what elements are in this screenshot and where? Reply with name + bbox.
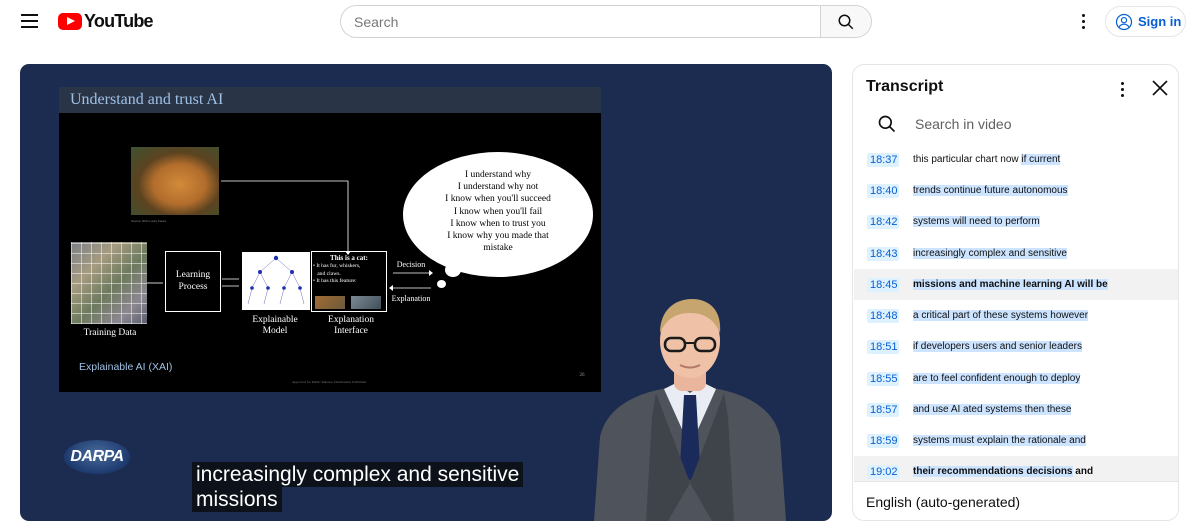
segment-timestamp[interactable]: 18:40 [867,183,899,198]
youtube-logo[interactable]: YouTube [58,10,154,31]
segment-text: if developers users and senior leaders [913,341,1082,352]
close-icon[interactable] [1151,79,1169,97]
thought-text: I understand why I understand why not I … [445,170,551,254]
caption-line-1: increasingly complex and sensitive [192,462,524,487]
transcript-segment[interactable]: 18:51 if developers users and senior lead… [854,331,1178,362]
transcript-segment[interactable]: 18:37 this particular chart now if curren… [854,144,1178,175]
darpa-logo: DARPA [64,440,130,474]
more-options-icon[interactable] [1074,11,1092,33]
sign-in-button[interactable]: Sign in [1105,6,1186,37]
transcript-search-placeholder: Search in video [915,116,1012,132]
segment-text: are to feel confident enough to deploy [913,373,1081,384]
caption-line-2: missions [192,487,282,512]
transcript-segment[interactable]: 18:55 are to feel confident enough to dep… [854,363,1178,394]
segment-text: their recommendations decisions and [913,466,1093,477]
segment-text-highlight: and use AI ated systems then these [913,404,1072,415]
explainable-model-label: Explainable Model [252,315,298,336]
segment-timestamp[interactable]: 18:42 [867,214,899,229]
cat-box-lines: • It has fur, whiskers, and claws. • It … [313,263,361,284]
segment-text-highlight: a critical part of these systems however [913,310,1089,321]
transcript-segment[interactable]: 18:45 missions and machine learning AI wi… [854,269,1178,300]
logo-text: YouTube [84,10,154,31]
transcript-segment[interactable]: 18:48 a critical part of these systems ho… [854,300,1178,331]
speaker-figure [594,299,786,521]
slide-footer-label: Explainable AI (XAI) [79,361,173,373]
language-label: English (auto-generated) [866,493,1021,510]
approval-text: Approved for Public Release, Distributio… [291,380,367,384]
feature-image-1 [315,296,345,309]
segment-timestamp[interactable]: 18:48 [867,308,899,323]
search-input[interactable]: Search [340,5,821,38]
video-player[interactable]: Understand and trust AI Source: RFG Luck… [20,64,832,521]
segment-text-highlight: increasingly complex and sensitive [913,248,1067,259]
language-selector[interactable]: English (auto-generated) [854,481,1178,520]
closed-caption: increasingly complex and sensitive missi… [192,462,524,512]
segment-text-highlight: missions and machine learning AI will be [913,279,1108,290]
search-placeholder: Search [354,13,399,30]
darpa-logo-text: DARPA [70,448,124,465]
segment-timestamp[interactable]: 19:02 [867,464,899,479]
segment-text-tail: and [1072,466,1094,477]
segment-text: and use AI ated systems then these [913,404,1072,415]
segment-timestamp[interactable]: 18:55 [867,371,899,386]
segment-text-highlight: if current [1021,154,1061,165]
youtube-play-icon [58,12,82,30]
explanation-interface-label: Explanation Interface [328,315,374,336]
segment-text: increasingly complex and sensitive [913,248,1067,259]
masthead: YouTube Search Sign in [0,0,1199,44]
segment-text: a critical part of these systems however [913,310,1089,321]
learning-process-label: Learning Process [175,270,211,292]
explanation-label: Explanation [391,294,431,303]
transcript-panel: Transcript Search in video 18:37 this par… [852,64,1179,521]
segment-text-highlight: systems will need to perform [913,216,1040,227]
transcript-more-icon[interactable] [1113,79,1131,97]
segment-text: trends continue future autonomous [913,185,1068,196]
search-icon [838,14,854,29]
feature-image-2 [351,296,381,309]
transcript-search-input[interactable]: Search in video [877,113,1167,135]
segment-text-highlight: are to feel confident enough to deploy [913,373,1081,384]
thought-bubble-tail-1 [445,263,461,277]
segment-timestamp[interactable]: 18:43 [867,246,899,261]
segment-timestamp[interactable]: 18:45 [867,277,899,292]
segment-text-highlight: their recommendations decisions [913,466,1073,477]
segment-timestamp[interactable]: 18:59 [867,433,899,448]
segment-timestamp[interactable]: 18:37 [867,152,899,167]
segment-text: missions and machine learning AI will be [913,279,1108,290]
segment-text: systems must explain the rationale and [913,435,1086,446]
decision-label: Decision [396,260,426,269]
transcript-segment[interactable]: 18:59 systems must explain the rationale … [854,425,1178,456]
segment-text-plain: this particular chart now [913,154,1022,165]
explainable-model-image [242,252,310,310]
segment-text: this particular chart now if current [913,154,1061,165]
account-icon [1115,13,1133,30]
segment-text-highlight: systems must explain the rationale and [913,435,1086,446]
search-icon [878,115,896,133]
search-button[interactable] [820,5,872,38]
video-slide: Understand and trust AI Source: RFG Luck… [59,87,601,392]
transcript-segment[interactable]: 18:40 trends continue future autonomous [854,175,1178,206]
segment-timestamp[interactable]: 18:57 [867,402,899,417]
segment-timestamp[interactable]: 18:51 [867,339,899,354]
menu-icon[interactable] [14,8,44,34]
transcript-segment[interactable]: 18:43 increasingly complex and sensitive [854,238,1178,269]
transcript-segment[interactable]: 18:42 systems will need to perform [854,206,1178,237]
segment-text-highlight: trends continue future autonomous [913,185,1068,196]
model-graph [247,255,305,305]
transcript-segment[interactable]: 18:57 and use AI ated systems then these [854,394,1178,425]
thought-bubble-tail-2 [437,280,446,288]
cat-box-title: This is a cat: [330,254,368,262]
segment-text: systems will need to perform [913,216,1040,227]
segment-text-highlight: if developers users and senior leaders [913,341,1082,352]
transcript-title: Transcript [866,78,944,95]
sign-in-label: Sign in [1138,14,1182,29]
